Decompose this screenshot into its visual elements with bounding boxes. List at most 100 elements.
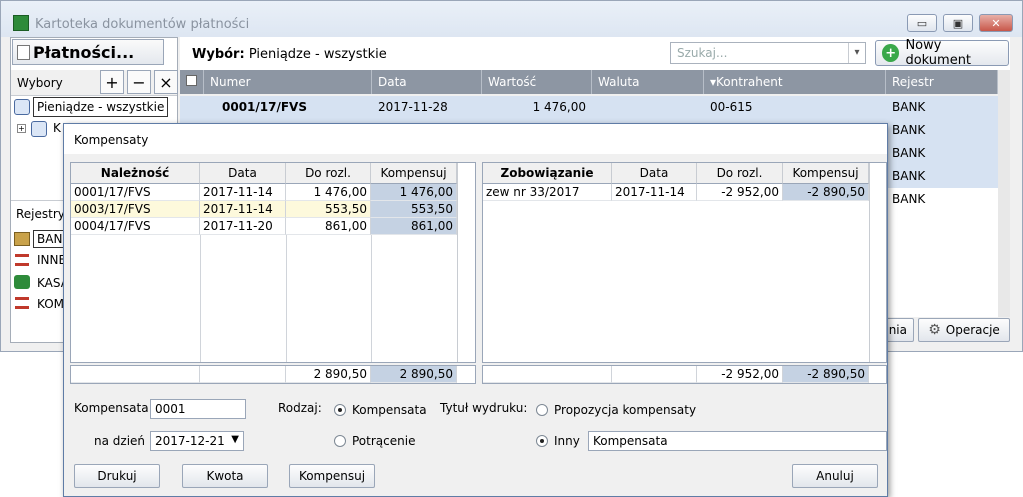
kwota-button[interactable]: Kwota (182, 464, 268, 488)
column-header-data[interactable]: Data (200, 163, 286, 184)
radio-empty-icon (536, 404, 548, 416)
column-header-do-rozl[interactable]: Do rozl. (286, 163, 371, 184)
column-header-kompensuj[interactable]: Kompensuj (371, 163, 457, 184)
anuluj-button[interactable]: Anuluj (792, 464, 878, 488)
close-button[interactable]: ✕ (979, 14, 1013, 32)
radio-potracenie-label: Potrącenie (352, 434, 416, 448)
wybor-value: Pieniądze - wszystkie (248, 47, 387, 62)
date-picker[interactable]: 2017-12-21 ▼ (150, 431, 244, 451)
cell-data[interactable]: 2017-11-14 (200, 184, 286, 201)
total-empty (200, 366, 286, 383)
cell-naleznosc[interactable]: 0003/17/FVS (71, 201, 200, 218)
radio-potracenie[interactable]: Potrącenie (334, 434, 415, 448)
cell-waluta (592, 96, 704, 119)
register-item-kom[interactable]: KOM (37, 297, 64, 311)
chevron-down-icon[interactable]: ▾ (848, 43, 865, 63)
kompensaty-dialog: Kompensaty Należność Data Do rozl. Kompe… (63, 123, 888, 497)
register-item-inne[interactable]: INNE (37, 253, 66, 267)
tytul-input[interactable]: Kompensata (588, 431, 887, 451)
total-empty (71, 366, 200, 383)
naleznosci-totals: 2 890,50 2 890,50 (70, 365, 476, 384)
radio-propozycja[interactable]: Propozycja kompensaty (536, 403, 696, 417)
column-header-kontrahent[interactable]: ▾Kontrahent (704, 70, 886, 94)
column-header-wartosc[interactable]: Wartość (482, 70, 592, 94)
radio-empty-icon (334, 435, 346, 447)
total-empty (612, 366, 697, 383)
radio-inny[interactable]: Inny (536, 434, 580, 448)
table-row[interactable]: 0001/17/FVS 2017-11-28 1 476,00 00-615 B… (180, 96, 998, 119)
cell-wartosc: 1 476,00 (532, 100, 586, 114)
add-button[interactable]: + (100, 70, 124, 94)
new-document-button[interactable]: + Nowy dokument (875, 38, 1009, 68)
wybor-caption: Wybór: Pieniądze - wszystkie (192, 47, 387, 62)
grid-header: Numer Data Wartość Waluta ▾Kontrahent Re… (180, 70, 998, 94)
delete-button[interactable]: × (154, 70, 178, 94)
expand-icon[interactable]: + (17, 124, 26, 133)
radio-inny-label: Inny (554, 434, 580, 448)
cell-numer: 0001/17/FVS (222, 100, 307, 114)
column-header-data[interactable]: Data (612, 163, 697, 184)
chevron-down-icon[interactable]: ▼ (231, 434, 239, 445)
register-item-bank[interactable]: BAN (33, 230, 67, 248)
column-header-numer[interactable]: Numer (204, 70, 372, 94)
cell-naleznosc[interactable]: 0001/17/FVS (71, 184, 200, 201)
cell-naleznosc[interactable]: 0004/17/FVS (71, 218, 200, 235)
module-button[interactable]: Płatności... (12, 39, 164, 65)
total-do-rozl: 2 890,50 (286, 366, 371, 383)
cell-rejestr: BANK (892, 192, 926, 206)
minimize-button[interactable]: ▭ (907, 14, 937, 32)
rejestry-label: Rejestry (16, 207, 65, 221)
bank-icon (14, 232, 30, 246)
cell-do-rozl[interactable]: -2 952,00 (697, 184, 783, 201)
cell-rejestr: BANK (892, 146, 926, 160)
cash-icon (14, 275, 30, 289)
cell-zobowiazanie[interactable]: zew nr 33/2017 (483, 184, 612, 201)
radio-selected-icon (334, 404, 346, 416)
tytul-wydruku-label: Tytuł wydruku: (440, 401, 528, 415)
column-header-zobowiazanie[interactable]: Zobowiązanie (483, 163, 612, 184)
column-header-waluta[interactable]: Waluta (592, 70, 704, 94)
cell-kompensuj[interactable]: 861,00 (371, 218, 457, 235)
cell-do-rozl[interactable]: 1 476,00 (286, 184, 371, 201)
column-header-kompensuj[interactable]: Kompensuj (783, 163, 869, 184)
filter-icon (31, 121, 47, 137)
cell-data[interactable]: 2017-11-20 (200, 218, 286, 235)
tree-item-pieniadze[interactable]: Pieniądze - wszystkie (33, 97, 169, 117)
cell-kompensuj[interactable]: 1 476,00 (371, 184, 457, 201)
drukuj-button[interactable]: Drukuj (74, 464, 160, 488)
column-header-rejestr[interactable]: Rejestr (886, 70, 998, 94)
cell-data[interactable]: 2017-11-14 (612, 184, 697, 201)
zobowiazania-totals: -2 952,00 -2 890,50 (482, 365, 887, 384)
total-do-rozl: -2 952,00 (697, 366, 783, 383)
column-header-do-rozl[interactable]: Do rozl. (697, 163, 783, 184)
register-icon (15, 297, 29, 309)
dialog-title: Kompensaty (74, 133, 149, 147)
grid-scrollbar[interactable] (998, 70, 1010, 317)
select-all-checkbox[interactable] (180, 70, 204, 94)
kompensata-number-input[interactable]: 0001 (150, 399, 246, 419)
date-value: 2017-12-21 (155, 434, 225, 448)
total-kompensuj: -2 890,50 (783, 366, 869, 383)
cell-kontrahent: 00-615 (710, 100, 753, 114)
dialog-title-bar (64, 124, 887, 154)
cell-kompensuj[interactable]: 553,50 (371, 201, 457, 218)
operacje-button[interactable]: ⚙ Operacje (918, 318, 1010, 342)
maximize-button[interactable]: ▣ (943, 14, 973, 32)
window-title: Kartoteka dokumentów płatności (35, 17, 250, 32)
total-empty (483, 366, 612, 383)
tree-item-k[interactable]: K (53, 121, 61, 135)
cell-data[interactable]: 2017-11-14 (200, 201, 286, 218)
column-header-naleznosc[interactable]: Należność (71, 163, 200, 184)
remove-button[interactable]: − (127, 70, 151, 94)
search-input[interactable]: Szukaj... (670, 42, 866, 64)
cell-do-rozl[interactable]: 861,00 (286, 218, 371, 235)
radio-selected-icon (536, 435, 548, 447)
module-title: Płatności... (33, 42, 135, 62)
filter-icon (14, 99, 30, 115)
cell-kompensuj[interactable]: -2 890,50 (783, 184, 869, 201)
cell-rejestr: BANK (892, 100, 926, 114)
column-header-data[interactable]: Data (372, 70, 482, 94)
radio-kompensata[interactable]: Kompensata (334, 403, 427, 417)
cell-do-rozl[interactable]: 553,50 (286, 201, 371, 218)
kompensuj-button[interactable]: Kompensuj (289, 464, 375, 488)
